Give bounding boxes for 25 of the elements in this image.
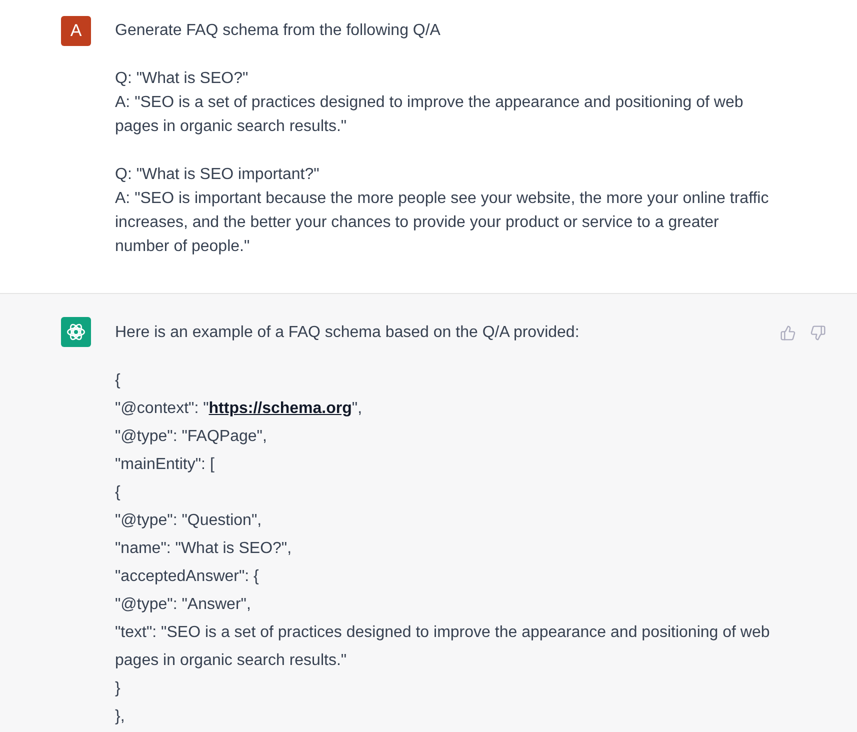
code-line: } — [115, 679, 122, 699]
code-line: "mainEntity": [ — [115, 455, 216, 475]
code-line: "@type": "Answer", — [115, 595, 252, 615]
thumbs-down-icon — [810, 325, 826, 341]
code-line: { — [115, 371, 122, 391]
message-text: Q: "What is SEO?" — [115, 69, 250, 89]
schema-link[interactable]: https://schema.org — [208, 400, 352, 417]
user-avatar: A — [61, 16, 91, 46]
message-text: Q: "What is SEO important?" — [115, 165, 320, 185]
message-text: Here is an example of a FAQ schema based on the Q/A provided: — [115, 323, 580, 343]
code-line: }, — [115, 707, 126, 727]
thumbs-up-button[interactable] — [779, 324, 797, 342]
code-line: "@context": "https://schema.org", — [115, 399, 364, 419]
thumbs-down-button[interactable] — [809, 324, 827, 342]
message-text: Generate FAQ schema from the following Q/A — [115, 21, 442, 41]
code-line: "@type": "FAQPage", — [115, 427, 268, 447]
message-text: A: "SEO is important because the more people see your website, the more your online traffic increases, and the better your chances to provide your product or service to a greater number of people." — [115, 189, 770, 257]
thumbs-up-icon — [780, 325, 796, 341]
code-line: { — [115, 483, 122, 503]
code-line: "name": "What is SEO?", — [115, 539, 293, 559]
code-line: "acceptedAnswer": { — [115, 567, 260, 587]
code-line: "@type": "Question", — [115, 511, 263, 531]
atom-logo-icon — [61, 317, 91, 347]
message-text: A: "SEO is a set of practices designed to improve the appearance and positioning of web pages in organic search results." — [115, 93, 744, 137]
code-line: "text": "SEO is a set of practices designed to improve the appearance and positioning of web pages in organic search results." — [115, 623, 771, 671]
